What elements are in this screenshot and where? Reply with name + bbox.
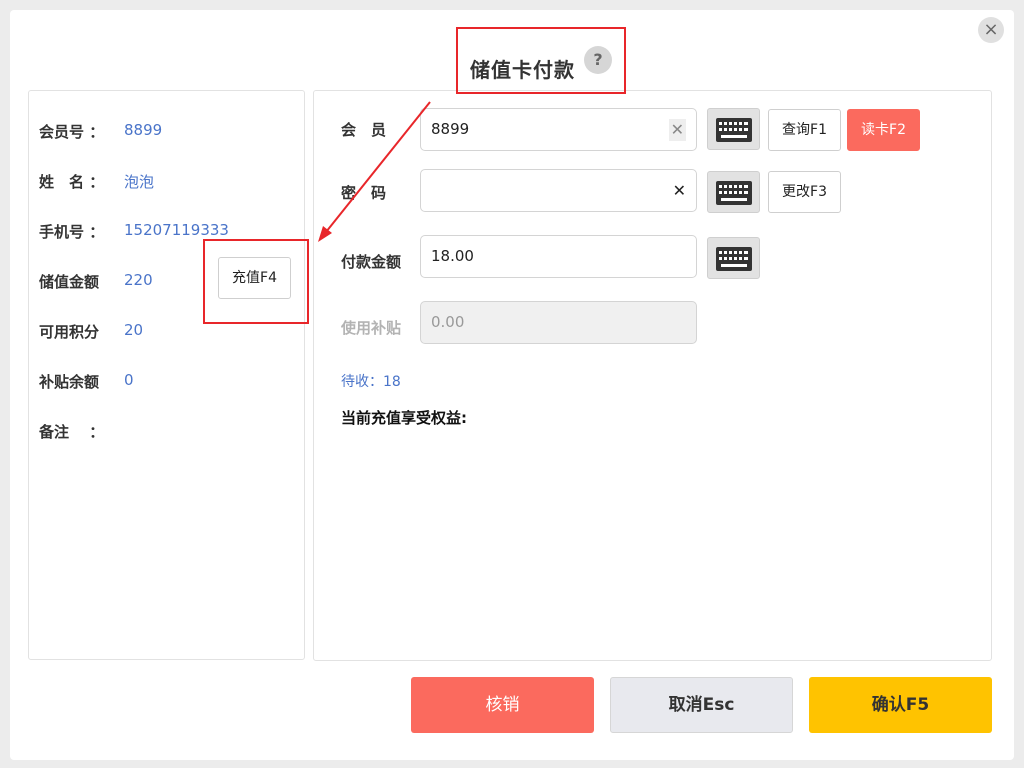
info-value: 8899 [124, 121, 163, 139]
info-value: 15207119333 [124, 221, 229, 239]
clear-member-icon[interactable]: ✕ [668, 119, 686, 141]
cancel-button[interactable]: 取消Esc [610, 677, 793, 733]
pending-amount: 待收：18 [341, 374, 401, 390]
payment-dialog: 储值卡付款 ? × 会员号 ： 8899 姓 名 ： 泡泡 手机号 ： 1520… [10, 10, 1014, 760]
info-label: 补贴余额 [39, 373, 100, 391]
member-info-panel: 会员号 ： 8899 姓 名 ： 泡泡 手机号 ： 15207119333 储值… [28, 90, 305, 660]
keyboard-icon [716, 181, 752, 205]
info-label: 储值金额 [39, 273, 100, 291]
member-label: 会 员 [341, 121, 387, 139]
password-label: 密 码 [341, 184, 387, 202]
query-button[interactable]: 查询F1 [768, 109, 841, 151]
confirm-button[interactable]: 确认F5 [809, 677, 992, 733]
info-value: 20 [124, 321, 144, 339]
subsidy-input-value: 0.00 [431, 313, 465, 331]
subsidy-label: 使用补贴 [341, 319, 402, 337]
close-icon[interactable]: × [978, 17, 1004, 43]
amount-label: 付款金额 [341, 253, 402, 271]
info-label: 备注 ： [39, 423, 105, 441]
keyboard-icon [716, 118, 752, 142]
member-input-value: 8899 [431, 120, 470, 138]
amount-input-value: 18.00 [431, 247, 474, 265]
void-button[interactable]: 核销 [411, 677, 594, 733]
subsidy-input: 0.00 [420, 301, 697, 344]
info-value: 0 [124, 371, 134, 389]
info-label: 姓 名 ： [39, 173, 105, 191]
annotation-box-recharge [203, 239, 309, 324]
info-label: 手机号 ： [39, 223, 105, 241]
info-value: 220 [124, 271, 153, 289]
keyboard-icon [716, 247, 752, 271]
member-input[interactable]: 8899 ✕ [420, 108, 697, 151]
keyboard-button-password[interactable] [707, 171, 760, 213]
annotation-box-title [456, 27, 626, 94]
clear-password-icon[interactable]: ✕ [673, 170, 686, 211]
benefit-heading: 当前充值享受权益: [341, 409, 467, 427]
keyboard-button-member[interactable] [707, 108, 760, 150]
info-label: 会员号 ： [39, 123, 105, 141]
keyboard-button-amount[interactable] [707, 237, 760, 279]
amount-input[interactable]: 18.00 [420, 235, 697, 278]
payment-form-panel: 会 员 8899 ✕ 查询F1 读卡F2 密 码 ✕ 更改F3 付款金额 18.… [313, 90, 992, 661]
info-value: 泡泡 [124, 173, 155, 191]
read-card-button[interactable]: 读卡F2 [847, 109, 920, 151]
info-label: 可用积分 [39, 323, 100, 341]
change-button[interactable]: 更改F3 [768, 171, 841, 213]
password-input[interactable]: ✕ [420, 169, 697, 212]
